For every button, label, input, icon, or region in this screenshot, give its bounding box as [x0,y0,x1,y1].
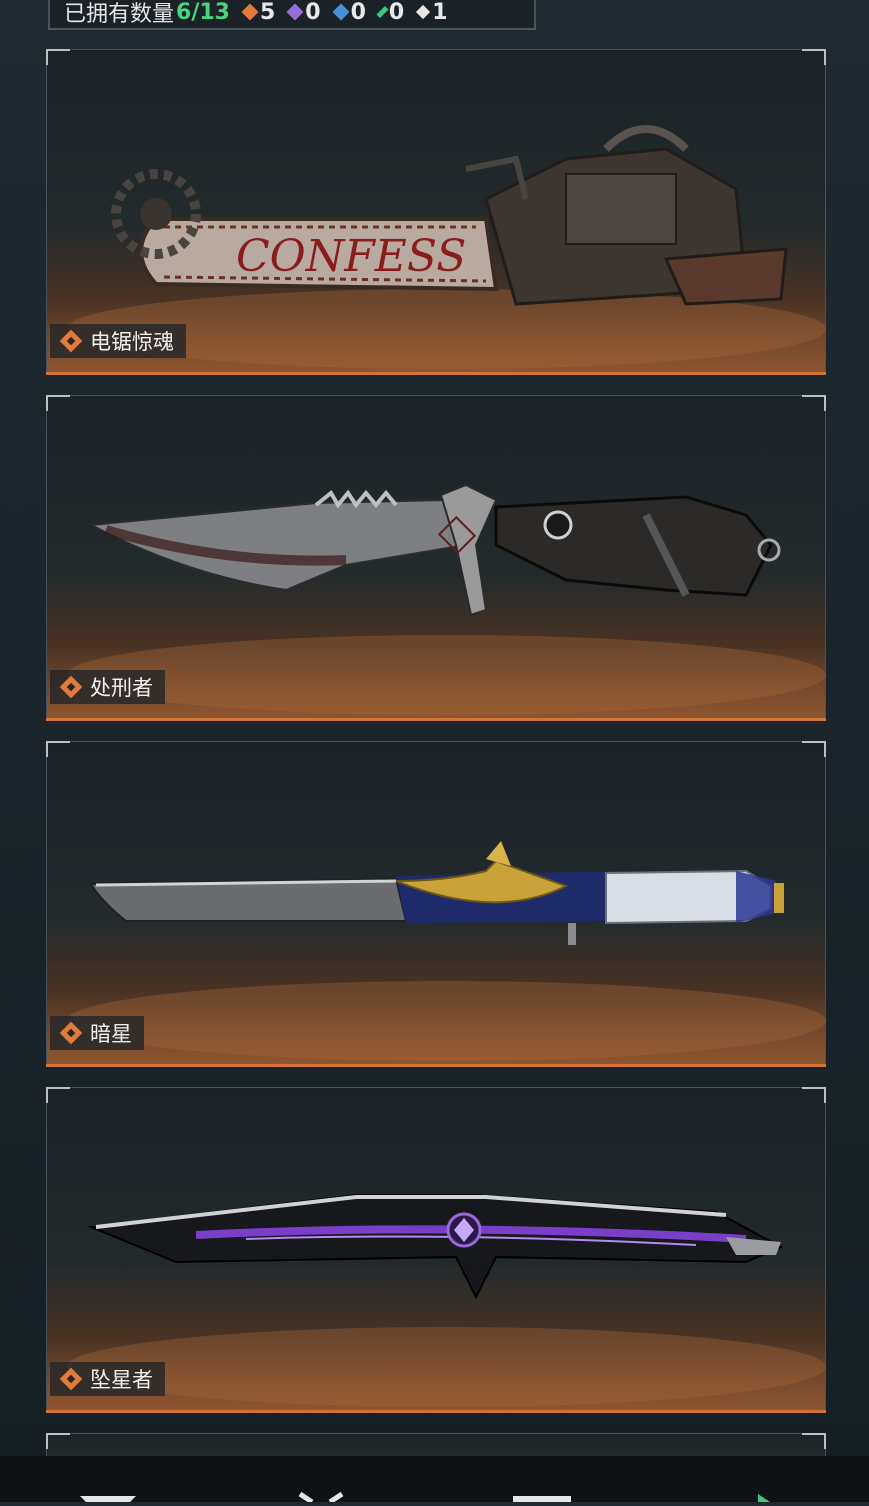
home-nav-icon[interactable] [80,1496,136,1502]
white-diamond-icon [416,4,431,20]
rarity-stat-white: 1 [416,0,448,25]
legendary-rarity-icon [59,1021,83,1045]
legendary-rarity-icon [59,1367,83,1391]
weapon-name: 处刑者 [90,676,153,700]
dark-star-knife-image [66,841,826,1061]
weapon-name: 暗星 [90,1022,132,1046]
play-nav-icon[interactable] [758,1494,770,1502]
owned-count: 6/13 [176,0,230,25]
weapon-name-tag: 暗星 [50,1016,144,1050]
bottom-nav [0,1456,869,1505]
rarity-stat-purple: 0 [286,0,321,25]
close-nav-icon[interactable] [298,1491,344,1505]
owned-label: 已拥有数量 [64,2,175,27]
menu-nav-icon[interactable] [513,1496,571,1502]
weapon-name-tag: 坠星者 [50,1362,165,1396]
weapon-name-tag: 处刑者 [50,670,165,704]
weapon-name: 电锯惊魂 [90,330,174,354]
rarity-stat-green: 0 [376,0,404,25]
legendary-rarity-icon [59,329,83,353]
svg-text:CONFESS: CONFESS [236,231,466,282]
purple-diamond-icon [286,3,304,21]
rarity-stat-blue: 0 [332,0,366,25]
weapon-name-tag: 电锯惊魂 [50,324,186,358]
rarity-stat-orange: 5 [241,0,275,25]
green-diamond-icon [376,5,389,19]
blue-diamond-icon [332,3,350,21]
orange-diamond-icon [241,3,259,21]
owned-count-bar: 已拥有数量 6/13 5 0 0 0 1 [48,0,536,30]
weapon-card[interactable]: 坠星者 [46,1087,826,1413]
weapon-card[interactable]: 暗星 [46,741,826,1067]
weapon-card[interactable]: CONFESS 电锯惊魂 [46,49,826,375]
weapon-card[interactable]: 处刑者 [46,395,826,721]
legendary-rarity-icon [59,675,83,699]
weapon-name: 坠星者 [90,1368,153,1392]
